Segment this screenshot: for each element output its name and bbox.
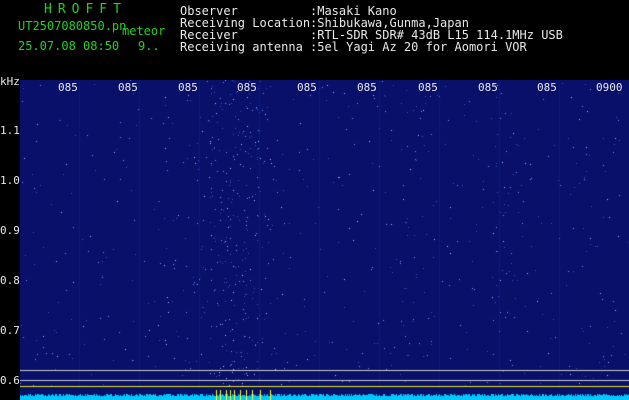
y-tick-label: 0.9 <box>0 224 20 237</box>
header-panel: HROFFT UT2507080850.pn meteor 25.07.08 0… <box>0 0 629 80</box>
y-unit-label: kHz <box>0 75 20 88</box>
app-name: HROFFT <box>44 2 127 17</box>
x-tick-label: 085 <box>418 81 438 94</box>
info-value: :5el Yagi Az 20 for Aomori VOR <box>310 40 527 54</box>
x-tick-label: 085 <box>178 81 198 94</box>
y-tick-label: 0.7 <box>0 324 20 337</box>
mode-label: meteor <box>122 24 166 38</box>
x-tick-label: 085 <box>297 81 317 94</box>
waterfall-canvas <box>20 80 629 400</box>
y-tick-label: 0.8 <box>0 274 20 287</box>
x-tick-label: 085 <box>58 81 78 94</box>
file-name: UT2507080850.pn <box>18 19 127 33</box>
x-tick-label: 085 <box>357 81 377 94</box>
info-key: Receiving antenna <box>180 40 303 54</box>
x-tick-label: 085 <box>537 81 557 94</box>
y-tick-label: 0.6 <box>0 374 20 387</box>
detection-count: 9.. <box>138 39 160 53</box>
y-tick-label: 1.1 <box>0 124 20 137</box>
waterfall-plot <box>20 80 629 400</box>
y-tick-label: 1.0 <box>0 174 20 187</box>
x-tick-label: 085 <box>118 81 138 94</box>
x-tick-label: 085 <box>237 81 257 94</box>
info-antenna: Receiving antenna :5el Yagi Az 20 for Aom… <box>180 41 527 53</box>
x-tick-label: 0900 <box>596 81 623 94</box>
x-tick-label: 085 <box>478 81 498 94</box>
date-time: 25.07.08 08:50 <box>18 39 120 53</box>
